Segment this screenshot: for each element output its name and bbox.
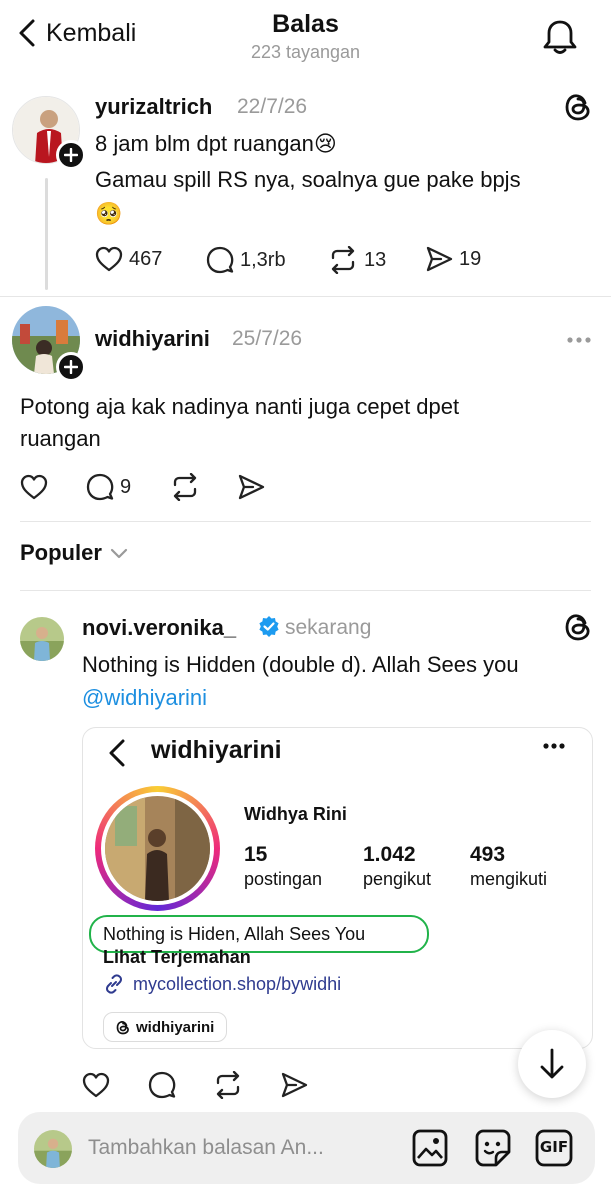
translate-link: Lihat Terjemahan [103,947,251,967]
repost-count: 13 [364,248,387,271]
chevron-left-icon [108,738,126,768]
share-button[interactable]: 19 [425,246,481,272]
repost-button[interactable] [213,1071,243,1099]
threads-chip-label: widhiyarini [136,1018,215,1036]
link-icon [103,973,125,995]
comment-icon [86,473,114,501]
reply-button[interactable]: 9 [86,473,131,501]
reply-count: 9 [120,475,132,498]
threads-logo-icon[interactable] [564,612,592,642]
sort-label: Populer [20,540,102,565]
more-options-icon [542,742,566,750]
bell-icon[interactable] [543,18,577,56]
post-text-line: Potong aja kak nadinya nanti juga cepet … [20,394,460,419]
reply-button[interactable] [148,1071,176,1099]
post-text-line: 8 jam blm dpt ruangan😢 [95,131,337,156]
post-username[interactable]: widhiyarini [95,326,210,352]
stat-value: 493 [470,843,506,866]
follow-plus-button[interactable] [56,352,86,382]
post-text-line: 🥺 [95,201,123,226]
post-text-line: Gamau spill RS nya, soalnya gue pake bpj… [95,167,521,192]
share-button[interactable] [280,1072,308,1098]
post-time: sekarang [285,616,372,639]
like-count: 467 [129,247,163,270]
threads-logo-icon [116,1020,130,1035]
stat-label: postingan [244,869,323,889]
profile-bio: Nothing is Hiden, Allah Sees You [103,924,366,944]
post-username[interactable]: novi.veronika_ [82,615,236,641]
repost-icon [170,473,200,501]
like-button[interactable]: 467 [95,246,162,272]
sticker-icon[interactable] [474,1128,512,1168]
stat-posts: 15 postingan [244,843,322,890]
like-button[interactable] [20,474,48,500]
repost-button[interactable]: 13 [328,246,386,274]
avatar[interactable] [20,617,64,661]
stat-value: 15 [244,843,268,866]
post-text-line: ruangan [20,426,101,451]
divider [20,521,591,522]
post-time: 25/7/26 [232,327,303,350]
reply-button[interactable]: 1,3rb [206,246,286,274]
attached-image[interactable]: widhiyarini Widhya Rini 15 postingan 1.0… [82,727,593,1049]
profile-link: mycollection.shop/bywidhi [103,973,341,995]
repost-icon [213,1071,243,1099]
send-icon [425,246,453,272]
post-username[interactable]: yurizaltrich [95,94,212,120]
story-ring [95,786,220,911]
threads-chip: widhiyarini [103,1012,228,1042]
sort-dropdown[interactable]: Populer [20,540,128,566]
divider [0,296,611,297]
profile-name: Widhya Rini [244,804,347,824]
like-button[interactable] [82,1072,110,1098]
reply-composer: GIF [18,1112,595,1184]
view-count: 223 tayangan [250,42,361,62]
thread-line [45,178,48,290]
profile-username: widhiyarini [151,736,282,764]
stat-followers: 1.042 pengikut [363,843,431,890]
repost-button[interactable] [170,473,200,501]
gif-label: GIF [539,1138,569,1156]
profile-picture [105,796,210,901]
comment-icon [206,246,234,274]
stat-label: mengikuti [470,869,548,889]
post-time: 22/7/26 [237,95,308,118]
page-title: Balas [272,10,339,38]
top-bar: Kembali Balas 223 tayangan [0,0,611,80]
gif-button[interactable]: GIF [534,1128,574,1168]
post-text-line: Nothing is Hidden (double d). Allah Sees… [82,652,519,677]
stat-value: 1.042 [363,843,416,866]
heart-icon [20,474,48,500]
share-button[interactable] [237,474,265,500]
mention-link[interactable]: @widhiyarini [82,681,207,714]
scroll-down-button[interactable] [518,1030,586,1098]
stat-label: pengikut [363,869,432,889]
reply-count: 1,3rb [240,248,286,271]
profile-link-text: mycollection.shop/bywidhi [133,973,342,994]
send-icon [237,474,265,500]
divider [20,590,591,591]
repost-icon [328,246,358,274]
comment-icon [148,1071,176,1099]
verified-badge-icon [258,615,280,637]
stat-following: 493 mengikuti [470,843,547,890]
chevron-down-icon [110,547,128,559]
send-icon [280,1072,308,1098]
avatar [34,1130,72,1168]
more-options-icon[interactable] [566,336,592,344]
image-icon[interactable] [411,1128,449,1168]
reply-input[interactable] [88,1126,388,1170]
follow-plus-button[interactable] [56,140,86,170]
heart-icon [95,246,123,272]
arrow-down-icon [539,1047,565,1081]
heart-icon [82,1072,110,1098]
threads-logo-icon[interactable] [564,92,592,122]
share-count: 19 [459,247,482,270]
